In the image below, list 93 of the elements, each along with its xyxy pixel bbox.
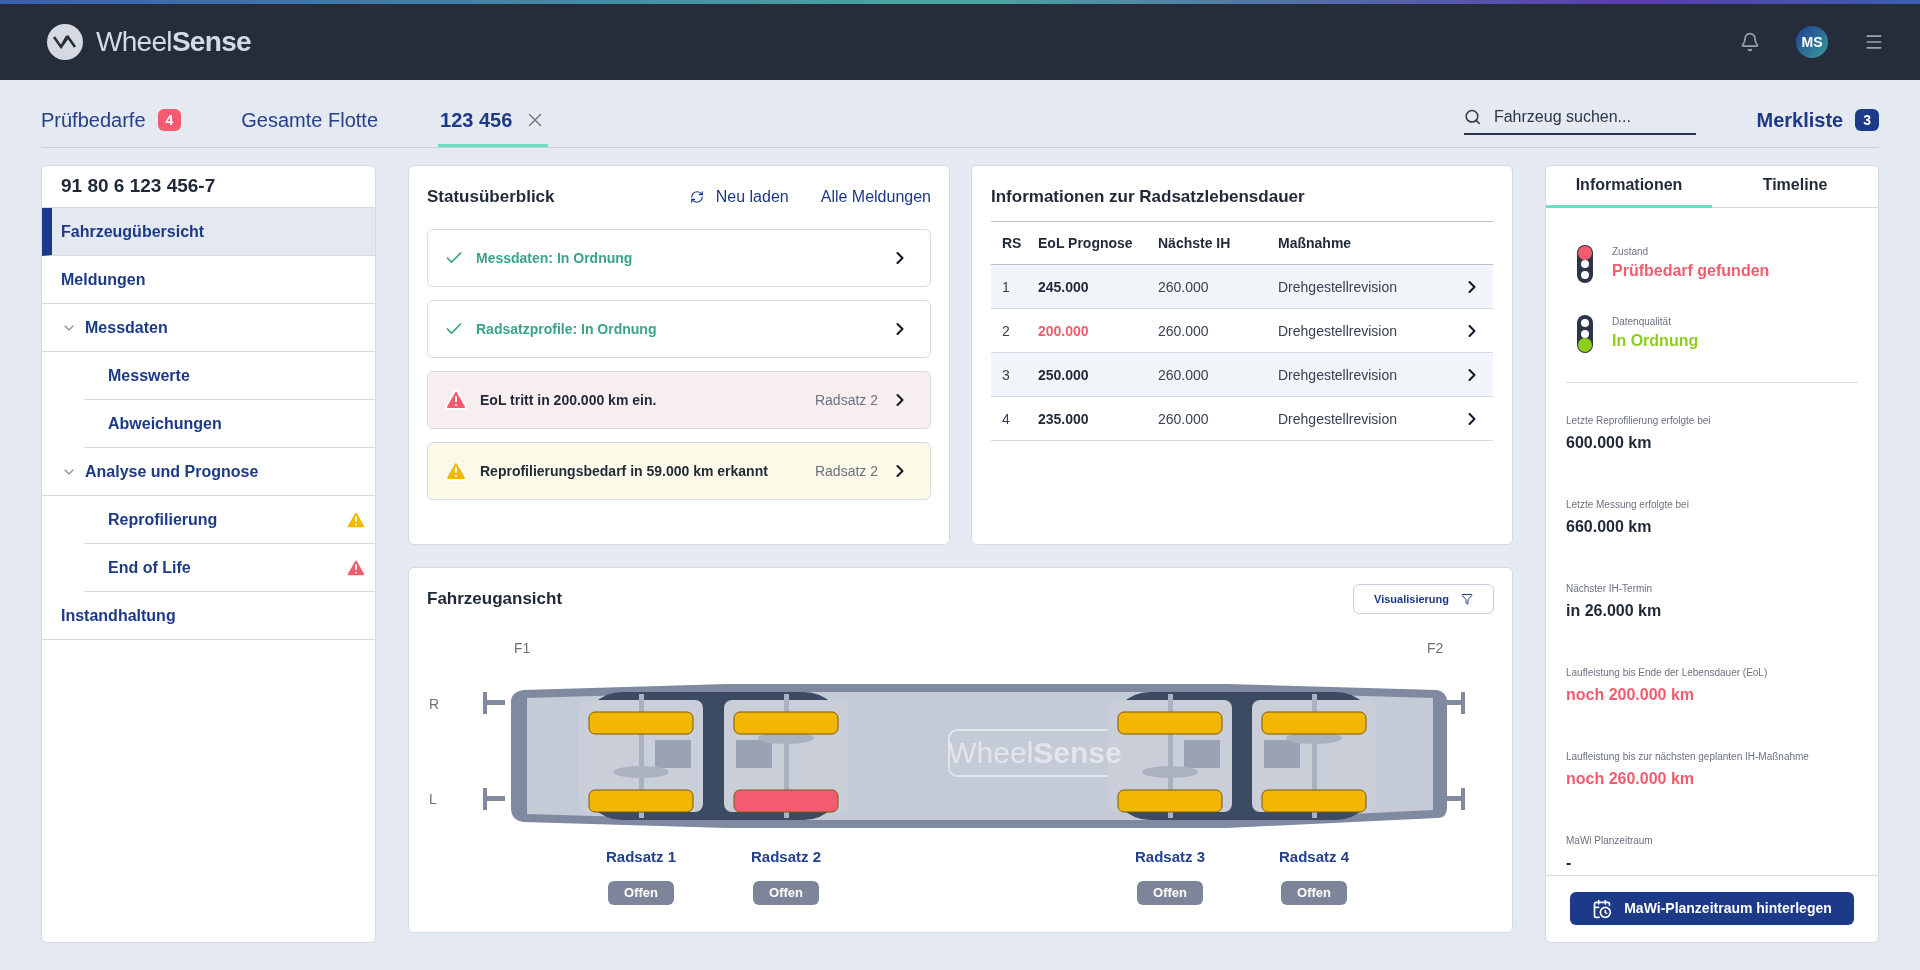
fact-label: MaWi Planzeitraum (1566, 833, 1654, 848)
card-title: Fahrzeugansicht (427, 588, 563, 611)
sidebar-item[interactable]: Reprofilierung (84, 496, 375, 544)
fact-value: noch 200.000 km (1566, 684, 1696, 705)
table-cell: 260.000 (1158, 366, 1209, 383)
table-cell: 260.000 (1158, 322, 1209, 339)
vehicle-number: 91 80 6 123 456-7 (61, 174, 216, 199)
wheelset-status-button[interactable]: Offen (1281, 880, 1347, 905)
app-logo-text: WheelSense (96, 25, 251, 59)
fact-value: noch 260.000 km (1566, 768, 1696, 789)
table-cell: 245.000 (1038, 278, 1089, 295)
table-cell: 1 (1002, 278, 1010, 295)
table-cell: 260.000 (1158, 278, 1209, 295)
table-row[interactable]: 3 250.000 260.000 Drehgestellrevision (991, 353, 1493, 397)
schedule-button[interactable]: MaWi-Planzeitraum hinterlegen (1570, 892, 1854, 926)
menu-icon[interactable] (1864, 32, 1884, 52)
notification-bell-icon[interactable] (1740, 32, 1760, 52)
nav-tab[interactable]: Gesamte Flotte (241, 96, 379, 147)
watchlist-link[interactable]: Merkliste 3 (1756, 104, 1879, 135)
fact-value: 600.000 km (1566, 432, 1653, 453)
fact-label: Letzte Messung erfolgte bei (1566, 497, 1690, 512)
card-title: Statusüberblick (427, 186, 555, 209)
end-label: F2 (1427, 639, 1444, 658)
column-header: EoL Prognose (1038, 235, 1133, 251)
count-badge: 3 (1855, 108, 1879, 131)
wheelset-status-button[interactable]: Offen (608, 880, 674, 905)
table-cell: 4 (1002, 410, 1010, 427)
wheel[interactable] (733, 789, 839, 813)
side-label: L (429, 790, 437, 809)
card-title: Informationen zur Radsatzlebensdauer (991, 187, 1305, 206)
sidebar-item[interactable]: Instandhaltung (42, 592, 375, 640)
wheelset-label: Radsatz 1 (606, 847, 676, 867)
table-cell: Drehgestellrevision (1278, 322, 1398, 339)
table-cell: Drehgestellrevision (1278, 410, 1398, 427)
warning-icon (444, 459, 468, 483)
all-messages-link[interactable]: Alle Meldungen (820, 185, 931, 209)
refresh-icon (689, 190, 704, 204)
panel-tab[interactable]: Timeline (1712, 166, 1878, 208)
sidebar-item[interactable]: Messdaten (42, 304, 375, 352)
search-input[interactable]: Fahrzeug suchen... (1493, 104, 1697, 129)
status-label: Datenqualität (1612, 315, 1672, 330)
visualization-filter-button[interactable]: Visualisierung (1353, 584, 1494, 614)
column-header: RS (1002, 235, 1022, 251)
count-badge: 4 (157, 109, 182, 131)
wheelset-label: Radsatz 4 (1279, 847, 1349, 867)
table-cell: Drehgestellrevision (1278, 278, 1398, 295)
column-header: Maßnahme (1278, 235, 1352, 251)
calendar-clock-icon (1592, 898, 1613, 919)
table-cell: 2 (1002, 322, 1010, 339)
fact-label: Letzte Reprofilierung erfolgte bei (1566, 413, 1712, 428)
wheel[interactable] (1117, 789, 1223, 813)
status-label: Zustand (1612, 245, 1650, 260)
status-message[interactable]: EoL tritt in 200.000 km ein. Radsatz 2 (427, 371, 931, 429)
side-label: R (429, 695, 440, 714)
table-cell: Drehgestellrevision (1278, 366, 1398, 383)
table-cell: 200.000 (1038, 322, 1089, 339)
search-field[interactable]: Fahrzeug suchen... (1464, 104, 1697, 135)
column-header: Nächste IH (1158, 235, 1231, 251)
nav-tab[interactable]: Prüfbedarfe 4 (41, 96, 182, 147)
wheel[interactable] (588, 789, 694, 813)
wheelset-status-button[interactable]: Offen (1137, 880, 1203, 905)
table-cell: 250.000 (1038, 366, 1089, 383)
fact-value: 660.000 km (1566, 516, 1653, 537)
nav-tab[interactable]: 123 456 (438, 96, 549, 147)
fact-value: - (1566, 852, 1573, 873)
wheelset-status-button[interactable]: Offen (753, 880, 819, 905)
sidebar-item[interactable]: Fahrzeugübersicht (42, 208, 375, 256)
table-cell: 3 (1002, 366, 1010, 383)
status-message[interactable]: Reprofilierungsbedarf in 59.000 km erkannt Radsatz 2 (427, 442, 931, 500)
status-value: Prüfbedarf gefunden (1612, 261, 1770, 282)
table-cell: 260.000 (1158, 410, 1209, 427)
sidebar-item[interactable]: End of Life (84, 544, 375, 592)
user-avatar[interactable]: MS (1796, 26, 1828, 58)
sidebar-item[interactable]: Messwerte (84, 352, 375, 400)
sidebar-item[interactable]: Abweichungen (84, 400, 375, 448)
sidebar-item[interactable]: Meldungen (42, 256, 375, 304)
status-value: In Ordnung (1612, 331, 1699, 352)
fact-label: Laufleistung bis Ende der Lebensdauer (EoL) (1566, 665, 1769, 680)
wheelset-label: Radsatz 2 (751, 847, 821, 867)
fact-label: Nächster IH-Termin (1566, 581, 1654, 596)
table-cell: 235.000 (1038, 410, 1089, 427)
filter-icon (1461, 593, 1473, 605)
warning-icon (444, 388, 468, 412)
panel-tab[interactable]: Informationen (1546, 166, 1712, 208)
fact-value: in 26.000 km (1566, 600, 1663, 621)
logo-icon (46, 23, 84, 61)
table-row[interactable]: 1 245.000 260.000 Drehgestellrevision (991, 265, 1493, 309)
reload-link[interactable]: Neu laden (689, 185, 789, 209)
sidebar-item[interactable]: Analyse und Prognose (42, 448, 375, 496)
wheel[interactable] (1261, 789, 1367, 813)
end-label: F1 (514, 639, 531, 658)
fact-label: Laufleistung bis zur nächsten geplanten IH-Maßnahme (1566, 749, 1810, 764)
wheelset-label: Radsatz 3 (1135, 847, 1205, 867)
